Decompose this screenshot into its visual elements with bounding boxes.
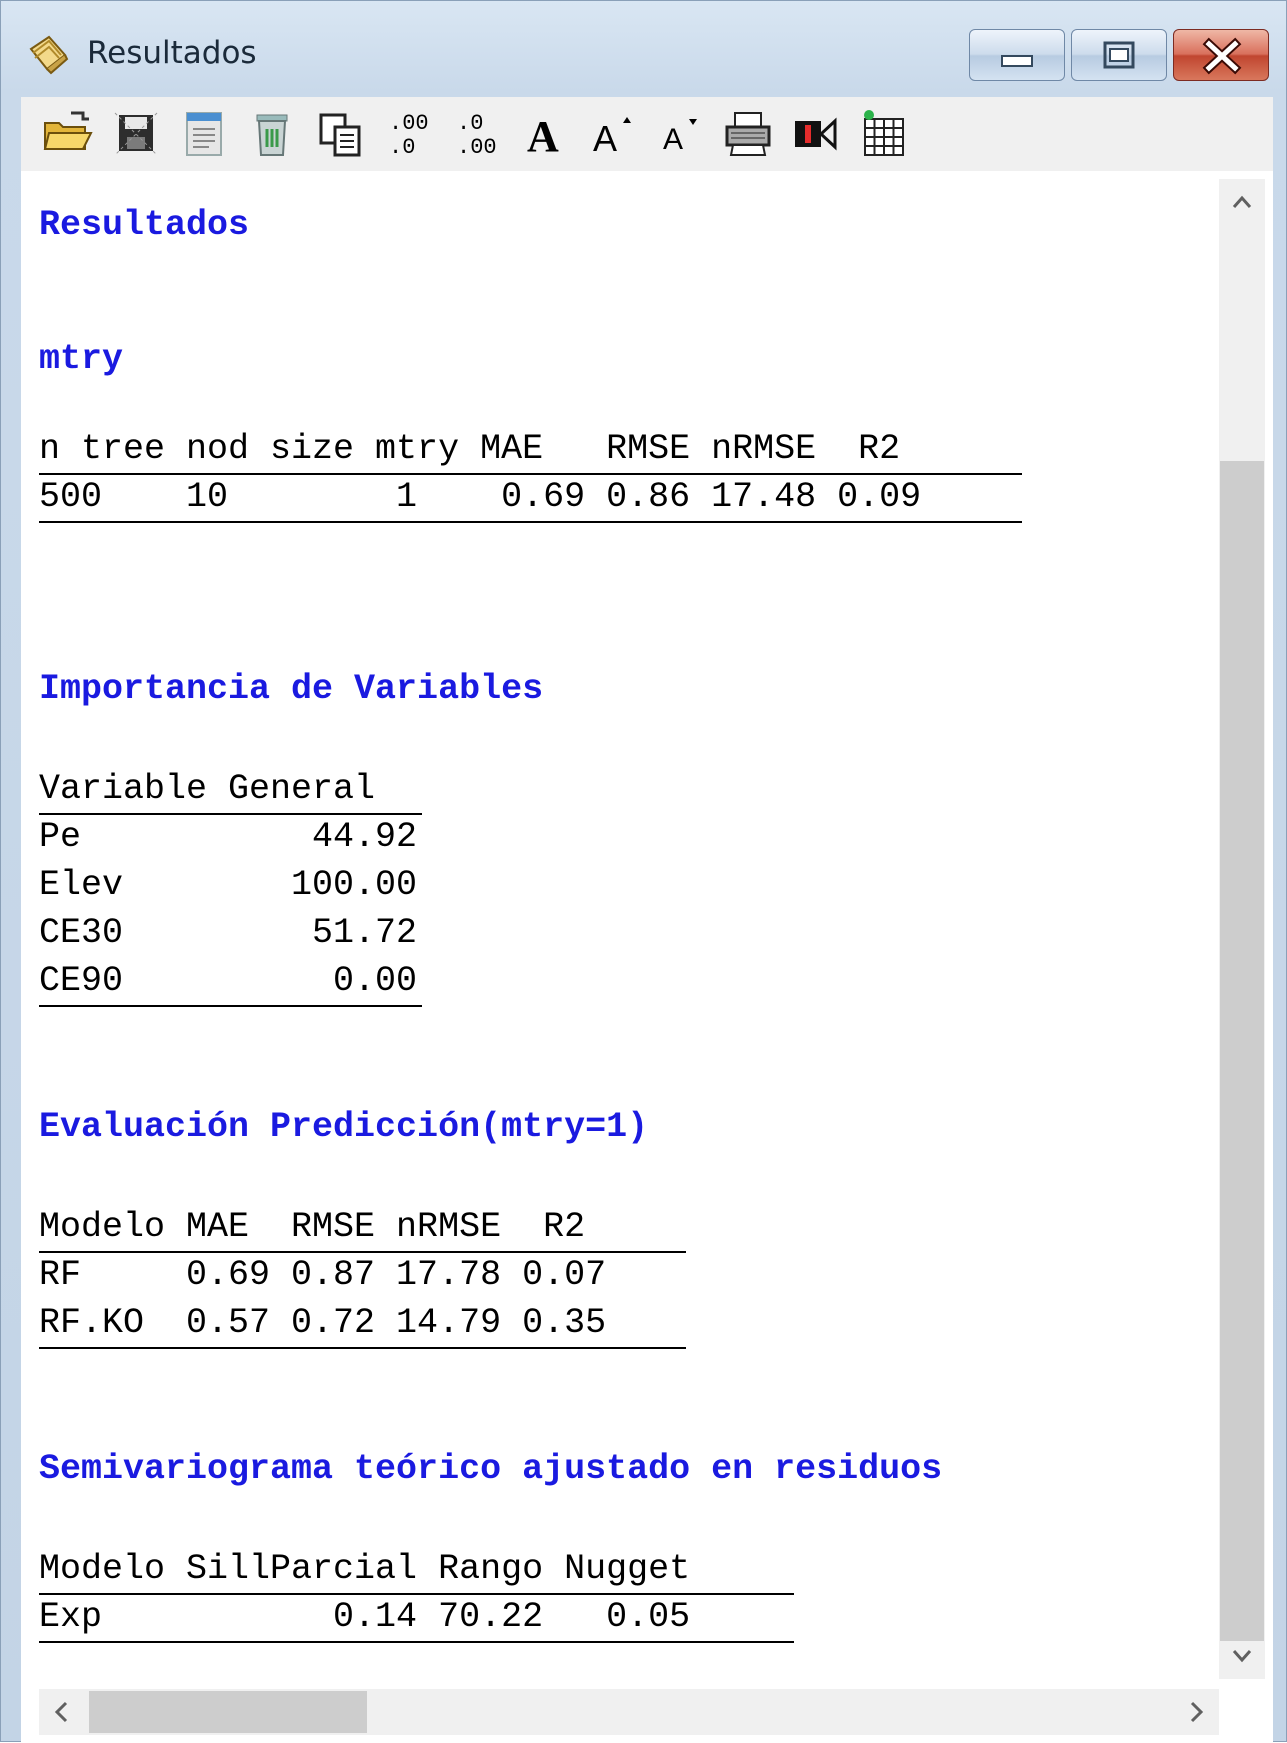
decrease-decimals-icon[interactable]: .0.00 xyxy=(449,107,503,161)
table-row: RF 0.69 0.87 17.78 0.07 xyxy=(39,1255,607,1295)
svg-text:.0: .0 xyxy=(457,111,483,136)
results-window: Resultados .00.0 .0.00 A A A Resultados … xyxy=(0,0,1287,1743)
scroll-down-icon[interactable] xyxy=(1219,1633,1265,1679)
table-row: Elev 100.00 xyxy=(39,865,418,905)
table-rule xyxy=(39,1347,686,1349)
vertical-scrollbar[interactable] xyxy=(1219,179,1265,1679)
table-row: Exp 0.14 70.22 0.05 xyxy=(39,1597,691,1637)
notes-icon xyxy=(25,31,71,77)
section-heading-importance: Importancia de Variables xyxy=(39,669,544,709)
svg-text:.0: .0 xyxy=(389,135,415,160)
table-row: Pe 44.92 xyxy=(39,817,418,857)
toolbar: .00.0 .0.00 A A A xyxy=(21,97,1273,171)
svg-text:A: A xyxy=(593,118,617,159)
scroll-up-icon[interactable] xyxy=(1219,179,1265,225)
save-icon[interactable] xyxy=(109,107,163,161)
copy-icon[interactable] xyxy=(313,107,367,161)
horizontal-scroll-thumb[interactable] xyxy=(89,1691,367,1733)
increase-font-icon[interactable]: A xyxy=(585,107,639,161)
increase-decimals-icon[interactable]: .00.0 xyxy=(381,107,435,161)
table-rule xyxy=(39,1005,422,1007)
horizontal-scrollbar[interactable] xyxy=(39,1689,1219,1735)
table-row: 500 10 1 0.69 0.86 17.48 0.09 xyxy=(39,477,922,517)
scroll-right-icon[interactable] xyxy=(1173,1689,1219,1735)
document-icon[interactable] xyxy=(177,107,231,161)
open-folder-icon[interactable] xyxy=(41,107,95,161)
table-row: CE90 0.00 xyxy=(39,961,418,1001)
table-header: Modelo MAE RMSE nRMSE R2 xyxy=(39,1207,586,1247)
results-panel: Resultados mtry n tree nod size mtry MAE… xyxy=(21,171,1273,1743)
print-icon[interactable] xyxy=(721,107,775,161)
title-bar[interactable]: Resultados xyxy=(1,1,1287,97)
section-heading-mtry: mtry xyxy=(39,339,124,379)
delete-icon[interactable] xyxy=(245,107,299,161)
results-text-area[interactable]: Resultados mtry n tree nod size mtry MAE… xyxy=(21,171,1219,1679)
table-rule xyxy=(39,1641,794,1643)
table-header: Variable General xyxy=(39,769,376,809)
bold-font-icon[interactable]: A xyxy=(517,107,571,161)
results-title: Resultados xyxy=(39,205,250,245)
window-title: Resultados xyxy=(87,35,257,71)
scroll-left-icon[interactable] xyxy=(39,1689,85,1735)
vertical-scroll-thumb[interactable] xyxy=(1220,461,1264,1641)
svg-text:A: A xyxy=(663,123,683,156)
table-header: Modelo SillParcial Rango Nugget xyxy=(39,1549,691,1589)
video-icon[interactable] xyxy=(789,107,843,161)
restore-button[interactable] xyxy=(1071,29,1167,81)
table-icon[interactable] xyxy=(857,107,911,161)
svg-text:A: A xyxy=(527,112,559,161)
section-heading-evaluation: Evaluación Predicción(mtry=1) xyxy=(39,1107,649,1147)
table-rule xyxy=(39,521,1022,523)
table-row: RF.KO 0.57 0.72 14.79 0.35 xyxy=(39,1303,607,1343)
table-row: CE30 51.72 xyxy=(39,913,418,953)
svg-text:.00: .00 xyxy=(457,135,497,160)
close-button[interactable] xyxy=(1173,29,1269,81)
table-header: n tree nod size mtry MAE RMSE nRMSE R2 xyxy=(39,429,901,469)
decrease-font-icon[interactable]: A xyxy=(653,107,707,161)
minimize-button[interactable] xyxy=(969,29,1065,81)
section-heading-semivariogram: Semivariograma teórico ajustado en resid… xyxy=(39,1449,943,1489)
svg-text:.00: .00 xyxy=(389,111,429,136)
